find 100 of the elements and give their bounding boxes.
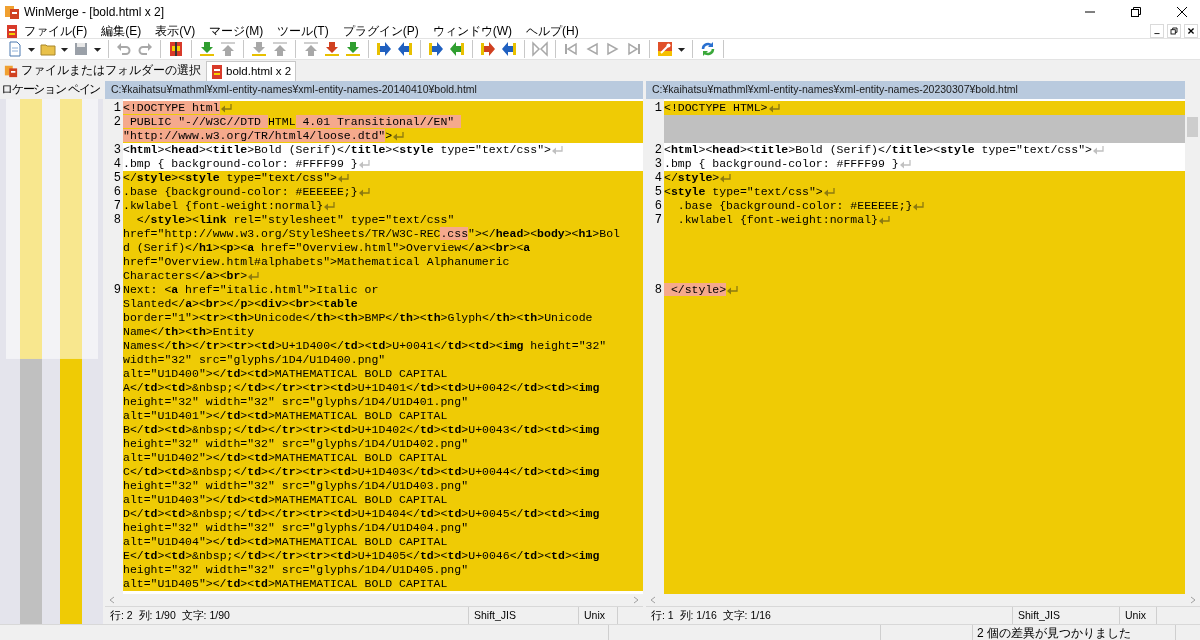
code-line: A</td><td>&nbsp;</td></tr><tr><td>U+1D401</td><td>U+0042</td><td><img — [123, 381, 600, 395]
code-line: Names</th></tr><tr><td>U+1D400</td><td>U+0041</td><td><img height="32" — [123, 339, 607, 353]
code-line: C</td><td>&nbsp;</td></tr><tr><td>U+1D403</td><td>U+0044</td><td><img — [123, 465, 600, 479]
code-line: E</td><td>&nbsp;</td></tr><tr><td>U+1D405</td><td>U+0046</td><td><img — [123, 549, 600, 563]
scroll-right-icon[interactable] — [1189, 596, 1197, 604]
menu-item[interactable]: ヘルプ(H) — [526, 24, 579, 38]
redo-icon[interactable] — [137, 41, 153, 57]
arrow-left-icon[interactable] — [501, 41, 517, 57]
line-number: 3 — [654, 157, 662, 171]
code-line: d (Serif)</h1><p><a href="Overview.html">Overview</a><br><a — [123, 241, 531, 255]
minimize-icon[interactable] — [1150, 24, 1164, 38]
code-line: height="32" width="32" src="glyphs/1D4/U1D402.png" — [123, 437, 469, 451]
menu-item[interactable]: ウィンドウ(W) — [432, 24, 512, 38]
line-number: 2 — [113, 115, 121, 129]
undo-icon[interactable] — [116, 41, 132, 57]
code-line: .base {background-color: #EEEEEE;} — [676, 199, 913, 213]
encoding-label: Shift_JIS — [1018, 607, 1061, 623]
code-line: height="32" width="32" src="glyphs/1D4/U1D404.png" — [123, 521, 469, 535]
menu-item[interactable]: プラグイン(P) — [342, 24, 419, 38]
code-line: </style><style type="text/css"> — [123, 171, 337, 185]
code-line: Name</th><th>Entity — [123, 325, 255, 339]
line-number: 8 — [113, 213, 121, 227]
forward-icon[interactable] — [605, 41, 621, 57]
arrow-down-icon[interactable] — [324, 41, 340, 57]
code-line: .kwlabel {font-weight:normal} — [123, 199, 324, 213]
arrow-right-icon[interactable] — [376, 41, 392, 57]
scroll-left-icon[interactable] — [108, 596, 116, 604]
code-line: alt="U1D404"></td><td>MATHEMATICAL BOLD CAPITAL — [123, 535, 448, 549]
file-path: C:¥kaihatsu¥mathml¥xml-entity-names¥xml-entity-names-20230307¥bold.html — [652, 82, 1018, 98]
line-number: 2 — [654, 143, 662, 157]
refresh-icon[interactable] — [700, 41, 716, 57]
line-number: 9 — [113, 283, 121, 297]
code-line: <!DOCTYPE HTML> — [664, 101, 768, 115]
code-line: height="32" width="32" src="glyphs/1D4/U1D405.png" — [123, 563, 469, 577]
arrow-up-icon[interactable] — [303, 41, 319, 57]
wrench-icon[interactable] — [657, 41, 673, 57]
line-number: 5 — [654, 185, 662, 199]
app-icon — [4, 64, 18, 78]
line-ending-label: Unix — [584, 607, 605, 623]
encoding-label: Shift_JIS — [474, 607, 517, 623]
status-message: 2 個の差異が見つかりました — [977, 625, 1131, 640]
skip-back-icon[interactable] — [563, 41, 579, 57]
arrow-left-icon[interactable] — [449, 41, 465, 57]
scroll-left-icon[interactable] — [649, 596, 657, 604]
restore-icon[interactable] — [1130, 6, 1142, 18]
code-line: height="32" width="32" src="glyphs/1D4/U1D403.png" — [123, 479, 469, 493]
arrow-down-icon[interactable] — [345, 41, 361, 57]
line-number: 7 — [654, 213, 662, 227]
menu-item[interactable]: ファイル(F) — [24, 24, 88, 38]
code-line: height="32" width="32" src="glyphs/1D4/U1D401.png" — [123, 395, 469, 409]
arrow-up-icon[interactable] — [272, 41, 288, 57]
cursor-position: 行: 1 列: 1/16 文字: 1/16 — [651, 607, 771, 623]
tab[interactable]: bold.html x 2 — [206, 61, 297, 81]
code-line: <html><head><title>Bold (Serif)</title><style type="text/css"> — [123, 143, 551, 157]
arrow-left-icon[interactable] — [397, 41, 413, 57]
location-pane-drawing[interactable] — [0, 99, 103, 624]
line-ending-label: Unix — [1125, 607, 1146, 623]
code-line: Next: <a href="italic.html">Italic or — [123, 283, 379, 297]
cursor-position: 行: 2 列: 1/90 文字: 1/90 — [110, 607, 230, 623]
arrow-down-icon[interactable] — [251, 41, 267, 57]
arrow-right-icon[interactable] — [428, 41, 444, 57]
arrow-down-icon[interactable] — [199, 41, 215, 57]
menu-item[interactable]: 編集(E) — [101, 24, 142, 38]
merge-icon[interactable] — [532, 41, 548, 57]
menu-item[interactable]: マージ(M) — [209, 24, 264, 38]
arrow-right-icon[interactable] — [480, 41, 496, 57]
diff-icon[interactable] — [168, 41, 184, 57]
window-title: WinMerge - [bold.html x 2] — [24, 4, 165, 21]
line-number: 6 — [113, 185, 121, 199]
scroll-thumb[interactable] — [1187, 117, 1198, 137]
restore-icon[interactable] — [1167, 24, 1181, 38]
arrow-up-icon[interactable] — [220, 41, 236, 57]
skip-forward-icon[interactable] — [626, 41, 642, 57]
line-number: 4 — [113, 157, 121, 171]
line-number: 5 — [113, 171, 121, 185]
code-line: .bmp { background-color: #FFFF99 } — [123, 157, 358, 171]
code-line: href="Overview.html#alphabets">Mathematical Alphanumeric — [123, 255, 510, 269]
code-line: </style> — [664, 171, 720, 185]
close-icon[interactable] — [1176, 6, 1188, 18]
file-path: C:¥kaihatsu¥mathml¥xml-entity-names¥xml-entity-names-20140410¥bold.html — [111, 82, 477, 98]
line-number: 1 — [654, 101, 662, 115]
line-number: 6 — [654, 199, 662, 213]
line-number: 1 — [113, 101, 121, 115]
line-number: 4 — [654, 171, 662, 185]
code-line: href="http://www.w3.org/StyleSheets/TR/W3C-REC.css"></head><body><h1>Bol — [123, 227, 620, 241]
line-number: 7 — [113, 199, 121, 213]
menu-item[interactable]: 表示(V) — [155, 24, 196, 38]
code-line: alt="U1D400"></td><td>MATHEMATICAL BOLD CAPITAL — [123, 367, 448, 381]
code-line: alt="U1D401"></td><td>MATHEMATICAL BOLD CAPITAL — [123, 409, 448, 423]
menu-item[interactable]: ツール(T) — [277, 24, 329, 38]
code-line: Slanted</a><br></p><div><br><table — [123, 297, 358, 311]
document-icon — [211, 64, 223, 79]
code-line: alt="U1D403"></td><td>MATHEMATICAL BOLD CAPITAL — [123, 493, 448, 507]
code-line: B</td><td>&nbsp;</td></tr><tr><td>U+1D402</td><td>U+0043</td><td><img — [123, 423, 600, 437]
scroll-right-icon[interactable] — [632, 596, 640, 604]
line-number: 8 — [654, 283, 662, 297]
app-icon — [4, 4, 20, 20]
code-line: .base {background-color: #EEEEEE;} — [123, 185, 358, 199]
back-icon[interactable] — [584, 41, 600, 57]
code-line: width="32" src="glyphs/1D4/U1D400.png" — [123, 353, 386, 367]
